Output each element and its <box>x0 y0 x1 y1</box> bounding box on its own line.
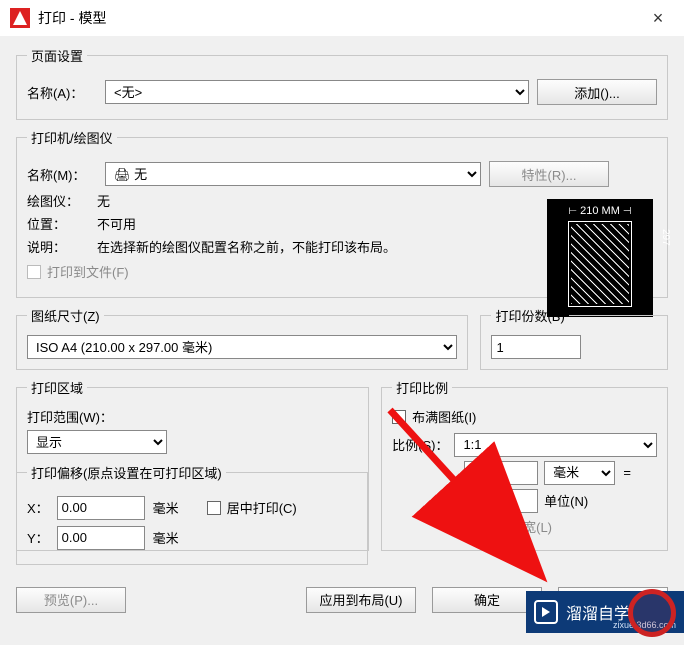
print-range-select[interactable]: 显示 <box>27 430 167 454</box>
close-button[interactable]: × <box>642 8 674 29</box>
center-plot-checkbox[interactable]: 居中打印(C) <box>207 498 297 517</box>
print-to-file-checkbox: 打印到文件(F) <box>27 262 129 281</box>
printer-name-label: 名称(M)： <box>27 165 97 184</box>
plotter-label: 绘图仪： <box>27 191 97 210</box>
add-button[interactable]: 添加()... <box>537 79 657 105</box>
plotter-value: 无 <box>97 191 110 210</box>
offset-x-input[interactable] <box>57 496 145 520</box>
play-icon <box>534 600 558 624</box>
scale-unit1-select[interactable]: 毫米 <box>544 461 615 485</box>
printer-group: 打印机/绘图仪 名称(M)： 🖨 无 特性(R)... 绘图仪：无 位置：不可用… <box>16 128 668 298</box>
copies-input[interactable] <box>491 335 581 359</box>
print-scale-legend: 打印比例 <box>392 378 452 397</box>
page-name-label: 名称(A)： <box>27 83 97 102</box>
checkbox-icon <box>392 410 406 424</box>
location-value: 不可用 <box>97 214 136 233</box>
paper-preview: ⊢210 MM⊣ 297 <box>547 199 653 317</box>
paper-size-legend: 图纸尺寸(Z) <box>27 306 104 325</box>
scale-ratio-select[interactable]: 1:1 <box>454 433 657 457</box>
page-name-select[interactable]: <无> <box>105 80 529 104</box>
page-setup-group: 页面设置 名称(A)： <无> 添加()... <box>16 46 668 120</box>
equals-label: = <box>621 465 633 480</box>
annotation-circle-icon <box>628 589 676 637</box>
offset-x-label: X： <box>27 498 49 517</box>
preview-button: 预览(P)... <box>16 587 126 613</box>
offset-y-label: Y： <box>27 528 49 547</box>
paper-size-group: 图纸尺寸(Z) ISO A4 (210.00 x 297.00 毫米) <box>16 306 468 370</box>
window-title: 打印 - 模型 <box>38 8 642 28</box>
page-setup-legend: 页面设置 <box>27 46 87 65</box>
printer-props-button: 特性(R)... <box>489 161 609 187</box>
offset-y-unit: 毫米 <box>153 528 179 547</box>
offset-y-input[interactable] <box>57 526 145 550</box>
desc-label: 说明： <box>27 237 97 256</box>
scale-ratio-label: 比例(S)： <box>392 435 448 454</box>
scale-num2-input[interactable] <box>464 489 538 513</box>
desc-value: 在选择新的绘图仪配置名称之前，不能打印该布局。 <box>97 237 396 256</box>
scale-unit2-label: 单位(N) <box>544 491 610 510</box>
checkbox-icon <box>464 519 478 533</box>
offset-x-unit: 毫米 <box>153 498 179 517</box>
print-range-label: 打印范围(W)： <box>27 407 358 426</box>
print-scale-group: 打印比例 布满图纸(I) 比例(S)： 1:1 毫米 = 单位(N) <box>381 378 668 551</box>
fit-to-paper-checkbox[interactable]: 布满图纸(I) <box>392 407 476 426</box>
copies-group: 打印份数(B) <box>480 306 668 370</box>
scale-lineweights-checkbox: 缩放线宽(L) <box>464 517 552 536</box>
scale-num1-input[interactable] <box>464 461 538 485</box>
app-logo-icon <box>10 8 30 28</box>
checkbox-icon <box>27 265 41 279</box>
print-offset-legend: 打印偏移(原点设置在可打印区域) <box>27 463 226 482</box>
printer-name-select[interactable]: 🖨 无 <box>105 162 481 186</box>
apply-button[interactable]: 应用到布局(U) <box>306 587 416 613</box>
paper-size-select[interactable]: ISO A4 (210.00 x 297.00 毫米) <box>27 335 457 359</box>
location-label: 位置： <box>27 214 97 233</box>
copies-legend: 打印份数(B) <box>491 306 568 325</box>
titlebar: 打印 - 模型 × <box>0 0 684 36</box>
checkbox-icon <box>207 501 221 515</box>
print-area-legend: 打印区域 <box>27 378 87 397</box>
print-offset-group: 打印偏移(原点设置在可打印区域) X： 毫米 居中打印(C) Y： 毫米 <box>16 463 368 565</box>
printer-legend: 打印机/绘图仪 <box>27 128 117 147</box>
